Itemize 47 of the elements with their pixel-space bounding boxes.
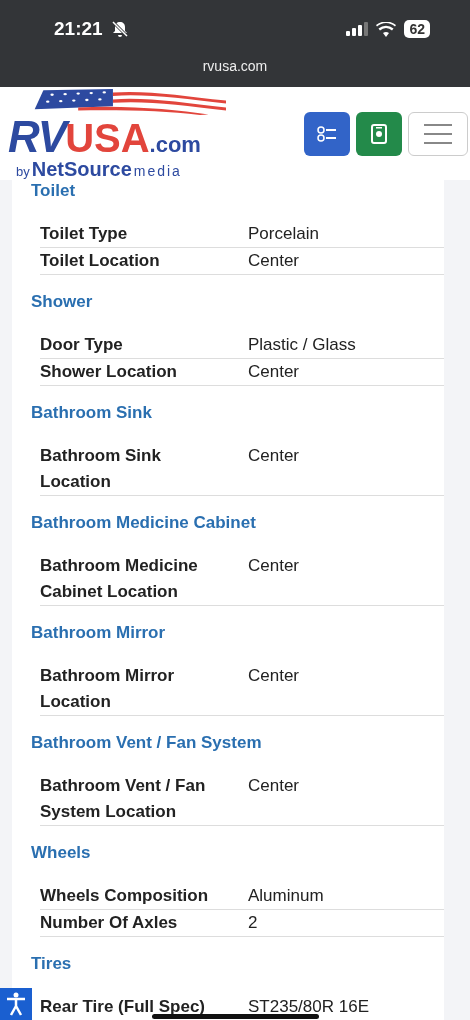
spec-label: Bathroom Mirror Location — [40, 665, 176, 713]
battery-indicator: 62 — [404, 20, 430, 38]
spec-value: Plastic / Glass — [248, 334, 356, 356]
section-heading: Bathroom Vent / Fan System — [31, 732, 263, 754]
status-time: 21:21 — [54, 18, 103, 40]
checklist-button[interactable] — [304, 111, 350, 156]
spec-value: 2 — [248, 912, 258, 934]
section-heading: Wheels — [31, 842, 92, 864]
spec-label: Bathroom Sink Location — [40, 445, 162, 493]
url-text[interactable]: rvusa.com — [202, 58, 268, 74]
spec-label: Rear Tire (Full Spec) — [40, 996, 206, 1018]
spec-value: Porcelain — [248, 223, 319, 245]
spec-label: Bathroom Medicine Cabinet Location — [40, 555, 199, 603]
contact-card-button[interactable] — [356, 111, 402, 156]
wifi-icon — [376, 21, 397, 37]
accessibility-button[interactable] — [0, 988, 32, 1020]
spec-label: Bathroom Vent / Fan System Location — [40, 775, 207, 823]
section-heading: Toilet — [31, 180, 77, 202]
section-heading: Bathroom Medicine Cabinet — [31, 512, 257, 534]
spec-label: Door Type — [40, 334, 124, 356]
muted-bell-icon — [110, 20, 129, 38]
spec-value: Center — [248, 775, 300, 797]
spec-value: Center — [248, 250, 300, 272]
spec-value: Center — [248, 665, 300, 687]
spec-value: Center — [248, 555, 300, 577]
spec-value: Center — [248, 445, 300, 467]
contact-card-icon — [371, 123, 387, 144]
spec-label: Toilet Location — [40, 250, 161, 272]
spec-value: Aluminum — [248, 885, 324, 907]
spec-label: Toilet Type — [40, 223, 129, 245]
menu-icon — [424, 122, 452, 145]
spec-value: Center — [248, 361, 300, 383]
section-heading: Tires — [31, 953, 73, 975]
spec-label: Shower Location — [40, 361, 178, 383]
logo-text[interactable]: .com — [149, 131, 201, 158]
checklist-icon — [317, 124, 337, 143]
spec-value: ST235/80R 16E — [248, 996, 369, 1018]
signal-icon — [346, 22, 369, 36]
logo-brand: media — [133, 163, 182, 178]
section-heading: Shower — [31, 291, 94, 313]
spec-label: Number Of Axles — [40, 912, 179, 934]
menu-button[interactable] — [408, 111, 468, 156]
spec-label: Wheels Composition — [40, 885, 210, 907]
logo-brand: NetSource — [31, 158, 132, 179]
logo-byline: by — [16, 164, 30, 178]
section-heading: Bathroom Sink — [31, 402, 153, 424]
section-heading: Bathroom Mirror — [31, 622, 167, 644]
